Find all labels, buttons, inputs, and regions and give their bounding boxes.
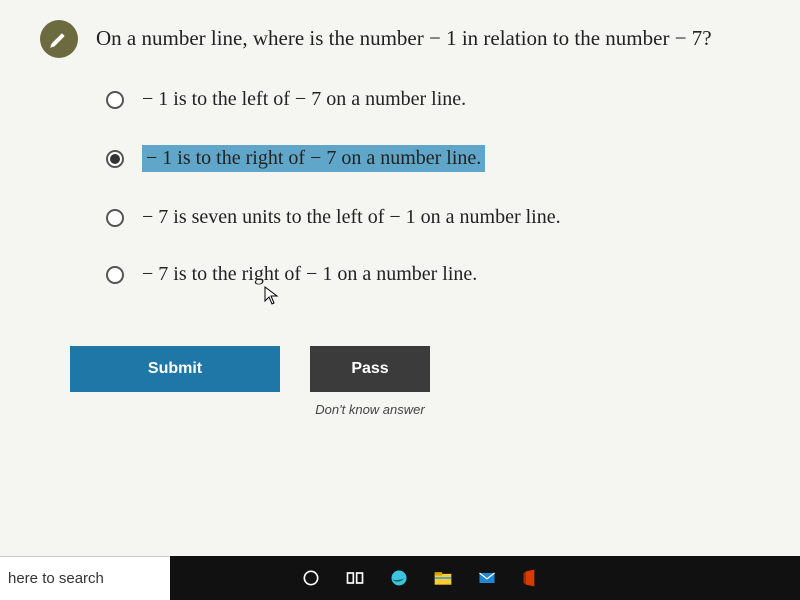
option-3[interactable]: − 7 is to the right of − 1 on a number l… xyxy=(98,253,770,296)
file-explorer-icon[interactable] xyxy=(432,567,454,589)
pencil-icon xyxy=(40,20,78,58)
office-icon[interactable] xyxy=(520,567,542,589)
question-row: On a number line, where is the number − … xyxy=(40,20,770,58)
radio-icon xyxy=(106,91,124,109)
button-row: Submit Pass Don't know answer xyxy=(70,346,770,417)
option-label: − 1 is to the right of − 7 on a number l… xyxy=(142,145,485,172)
option-label: − 7 is to the right of − 1 on a number l… xyxy=(142,263,477,286)
options-group: − 1 is to the left of − 7 on a number li… xyxy=(98,78,770,296)
option-1[interactable]: − 1 is to the right of − 7 on a number l… xyxy=(98,135,770,182)
dont-know-label: Don't know answer xyxy=(315,402,424,417)
cortana-circle-icon[interactable] xyxy=(300,567,322,589)
taskbar: here to search xyxy=(0,556,800,600)
pass-group: Pass Don't know answer xyxy=(310,346,430,417)
option-label: − 7 is seven units to the left of − 1 on… xyxy=(142,206,561,229)
radio-icon xyxy=(106,209,124,227)
radio-icon-selected xyxy=(106,150,124,168)
question-text: On a number line, where is the number − … xyxy=(96,20,712,51)
option-2[interactable]: − 7 is seven units to the left of − 1 on… xyxy=(98,196,770,239)
task-view-icon[interactable] xyxy=(344,567,366,589)
radio-icon xyxy=(106,266,124,284)
edge-icon[interactable] xyxy=(388,567,410,589)
option-0[interactable]: − 1 is to the left of − 7 on a number li… xyxy=(98,78,770,121)
mail-icon[interactable] xyxy=(476,567,498,589)
option-label: − 1 is to the left of − 7 on a number li… xyxy=(142,88,466,111)
pass-button[interactable]: Pass xyxy=(310,346,430,392)
submit-button[interactable]: Submit xyxy=(70,346,280,392)
taskbar-search[interactable]: here to search xyxy=(0,556,170,600)
search-text: here to search xyxy=(8,570,104,587)
